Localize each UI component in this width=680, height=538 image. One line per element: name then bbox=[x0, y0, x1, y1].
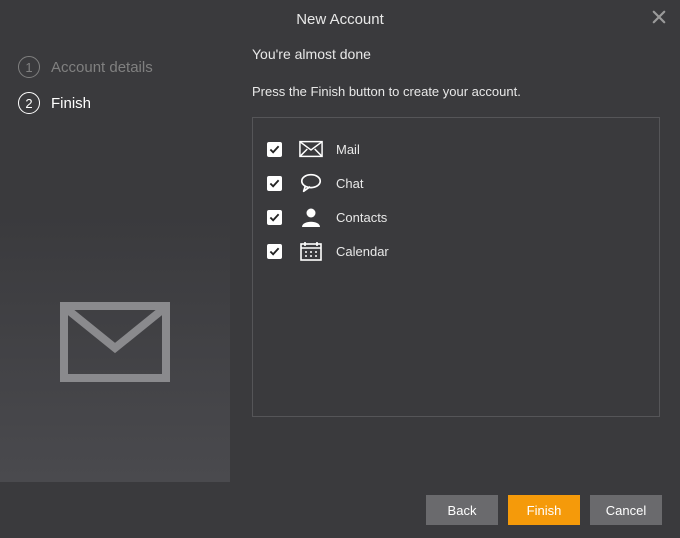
service-chat: Chat bbox=[267, 166, 645, 200]
step-label: Account details bbox=[51, 59, 153, 76]
content-area: 1 Account details 2 Finish You're almost… bbox=[0, 36, 680, 482]
services-box: Mail Chat bbox=[252, 117, 660, 417]
calendar-icon bbox=[298, 239, 324, 263]
titlebar: New Account bbox=[0, 0, 680, 36]
service-calendar: Calendar bbox=[267, 234, 645, 268]
step-number: 1 bbox=[18, 56, 40, 78]
step-list: 1 Account details 2 Finish bbox=[0, 36, 230, 114]
mail-icon bbox=[298, 137, 324, 161]
service-label: Chat bbox=[336, 176, 363, 191]
checkbox-calendar[interactable] bbox=[267, 244, 282, 259]
dialog-title: New Account bbox=[296, 11, 384, 28]
checkbox-contacts[interactable] bbox=[267, 210, 282, 225]
envelope-icon bbox=[60, 302, 170, 382]
checkbox-mail[interactable] bbox=[267, 142, 282, 157]
service-label: Mail bbox=[336, 142, 360, 157]
close-icon[interactable] bbox=[652, 8, 666, 29]
service-label: Contacts bbox=[336, 210, 387, 225]
checkbox-chat[interactable] bbox=[267, 176, 282, 191]
footer: Back Finish Cancel bbox=[0, 482, 680, 538]
dialog-window: New Account 1 Account details 2 Finish bbox=[0, 0, 680, 538]
subtitle: You're almost done bbox=[252, 46, 660, 62]
service-contacts: Contacts bbox=[267, 200, 645, 234]
service-label: Calendar bbox=[336, 244, 389, 259]
step-finish[interactable]: 2 Finish bbox=[18, 92, 230, 114]
finish-button[interactable]: Finish bbox=[508, 495, 580, 525]
cancel-button[interactable]: Cancel bbox=[590, 495, 662, 525]
main-panel: You're almost done Press the Finish butt… bbox=[230, 36, 680, 482]
instruction: Press the Finish button to create your a… bbox=[252, 84, 660, 99]
back-button[interactable]: Back bbox=[426, 495, 498, 525]
step-account-details[interactable]: 1 Account details bbox=[18, 56, 230, 78]
contacts-icon bbox=[298, 205, 324, 229]
step-label: Finish bbox=[51, 95, 91, 112]
step-number: 2 bbox=[18, 92, 40, 114]
chat-icon bbox=[298, 171, 324, 195]
sidebar: 1 Account details 2 Finish bbox=[0, 36, 230, 482]
service-mail: Mail bbox=[267, 132, 645, 166]
